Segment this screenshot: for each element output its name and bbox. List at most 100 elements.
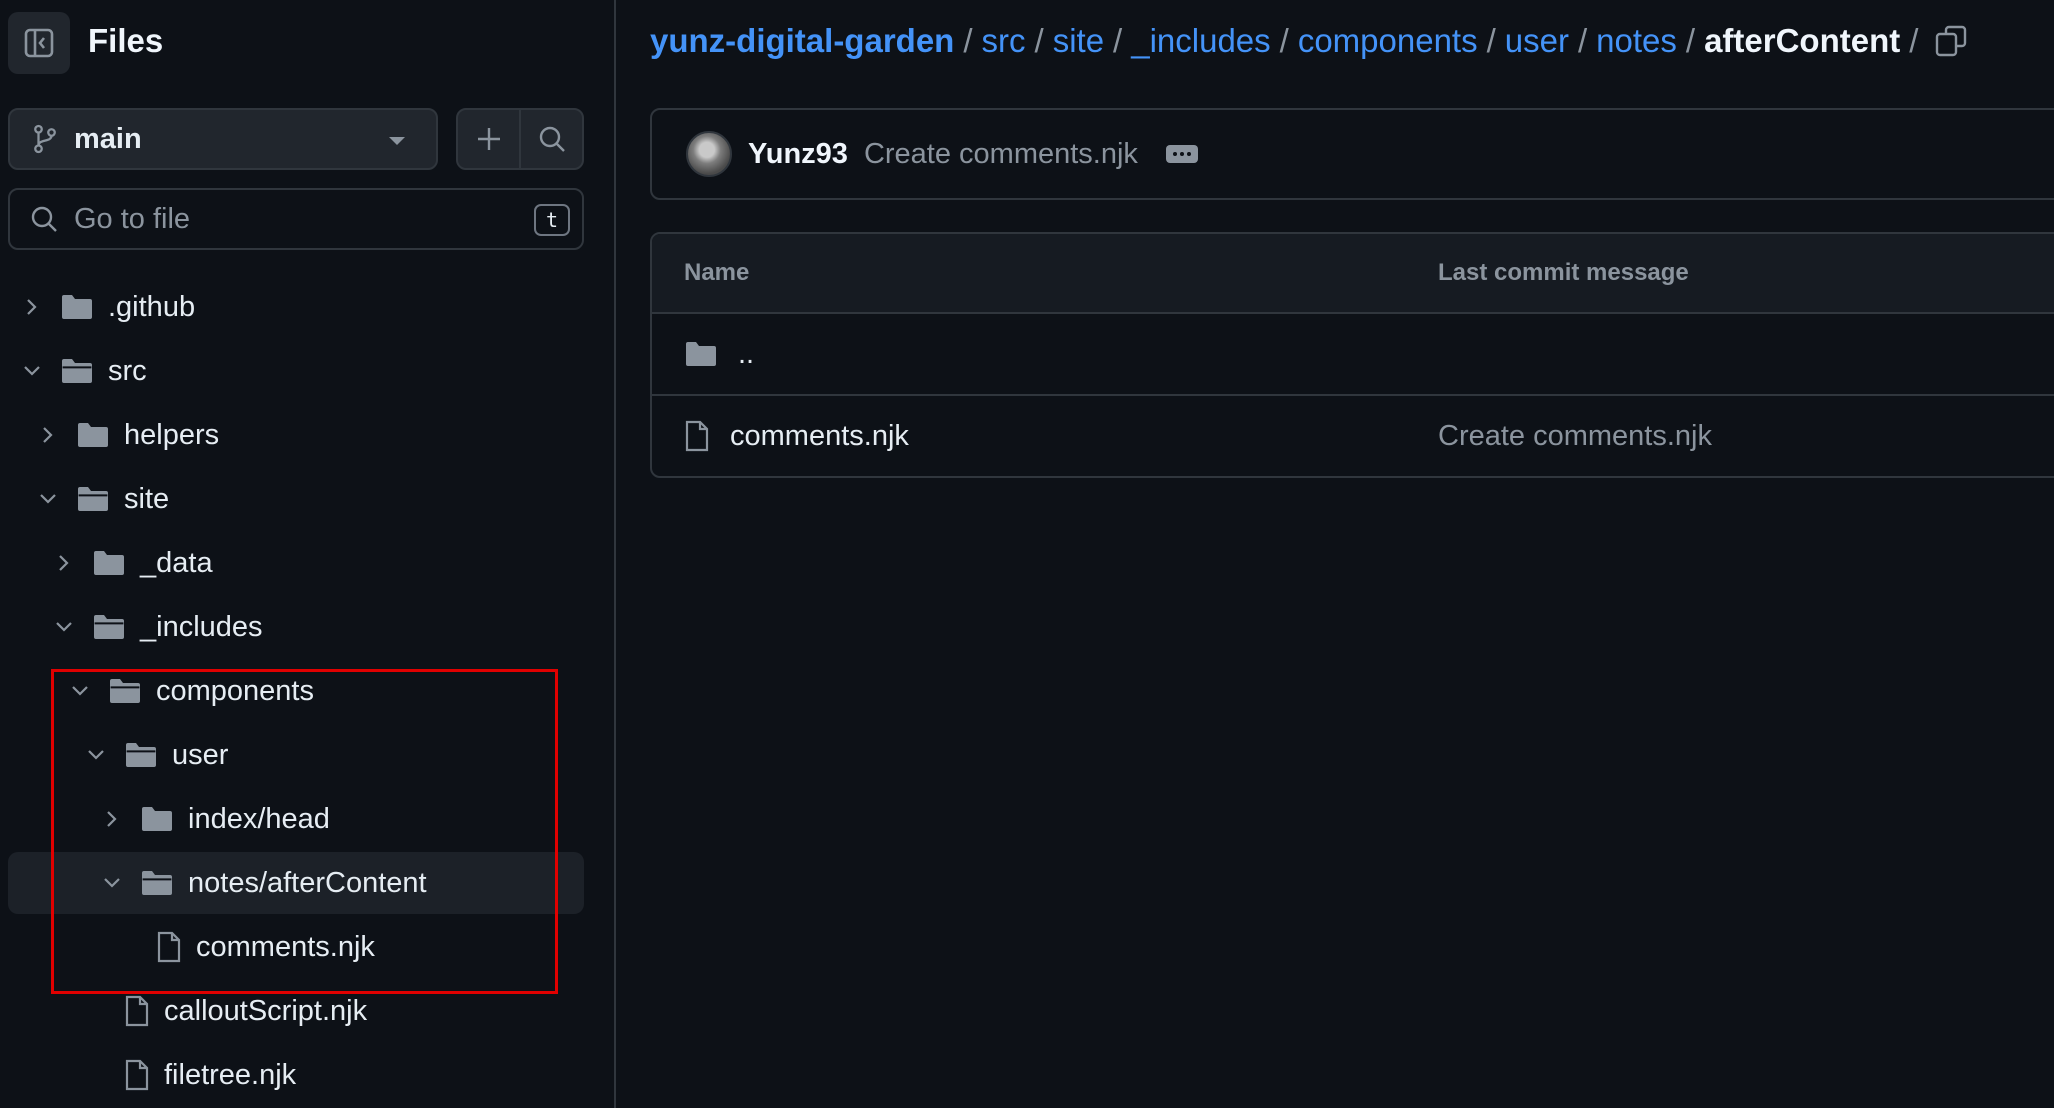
name-column-header: Name — [684, 259, 750, 286]
tree-item-label: components — [156, 674, 314, 707]
keyboard-shortcut-hint: t — [534, 204, 570, 236]
tree-item-label: notes/afterContent — [188, 866, 427, 899]
breadcrumb-link[interactable]: components — [1298, 22, 1478, 60]
file-icon — [156, 931, 182, 963]
add-file-button[interactable] — [458, 110, 519, 168]
tree-item-folder[interactable]: components — [8, 660, 584, 722]
breadcrumb: yunz-digital-garden / src / site / _includes /… — [650, 22, 1927, 60]
breadcrumb-link[interactable]: notes — [1596, 22, 1677, 60]
breadcrumb-separator: / — [1034, 22, 1044, 59]
breadcrumb-separator: / — [963, 22, 973, 59]
breadcrumb-link[interactable]: src — [982, 22, 1026, 60]
breadcrumb-link[interactable]: site — [1053, 22, 1104, 60]
folder-open-icon — [92, 613, 126, 641]
file-icon — [124, 1059, 150, 1091]
breadcrumb-trailing-separator: / — [1909, 22, 1919, 59]
chevron-down-icon[interactable] — [98, 869, 126, 897]
tree-item-label: index/head — [188, 802, 330, 835]
chevron-right-icon[interactable] — [50, 549, 78, 577]
breadcrumb-link[interactable]: _includes — [1131, 22, 1270, 60]
chevron-down-icon[interactable] — [82, 741, 110, 769]
search-files-button[interactable] — [519, 110, 582, 168]
tree-item-folder[interactable]: index/head — [8, 788, 584, 850]
plus-icon — [477, 128, 500, 150]
table-header: Name Last commit message — [652, 234, 2054, 314]
tree-item-label: filetree.njk — [164, 1058, 297, 1091]
chevron-down-icon[interactable] — [34, 485, 62, 513]
expand-commit-button[interactable] — [1165, 145, 1198, 163]
chevron-right-icon[interactable] — [18, 293, 46, 321]
chevron-down-icon[interactable] — [18, 357, 46, 385]
chevron-right-icon[interactable] — [34, 421, 62, 449]
tree-item-folder[interactable]: .github — [8, 276, 584, 338]
folder-open-icon — [108, 677, 142, 705]
tree-item-label: _data — [140, 546, 213, 579]
folder-icon — [92, 549, 126, 577]
breadcrumb-separator: / — [1685, 22, 1696, 59]
folder-open-icon — [124, 741, 158, 769]
tree-item-label: user — [172, 738, 229, 771]
search-icon — [539, 126, 565, 152]
file-icon — [124, 995, 150, 1027]
caret-down-icon — [389, 137, 405, 145]
commit-message-link[interactable]: Create comments.njk — [1438, 396, 1712, 476]
search-icon — [31, 206, 57, 232]
tree-item-folder[interactable]: _includes — [8, 596, 584, 658]
copy-path-button[interactable] — [1934, 24, 1968, 63]
file-tree-sidebar: Files main Go to file t .github src help… — [0, 0, 616, 1108]
latest-commit-bar: Yunz93 Create comments.njk — [650, 108, 2054, 200]
avatar[interactable] — [686, 131, 732, 177]
breadcrumb-repo-link[interactable]: yunz-digital-garden — [650, 22, 954, 60]
tree-item-folder[interactable]: site — [8, 468, 584, 530]
tree-item-label: comments.njk — [196, 930, 375, 963]
branch-name: main — [74, 122, 142, 155]
folder-open-icon — [76, 485, 110, 513]
tree-item-label: calloutScript.njk — [164, 994, 368, 1027]
git-branch-icon — [34, 124, 56, 154]
message-column-header: Last commit message — [1438, 259, 1689, 286]
file-table: Name Last commit message .. comments.njk C… — [650, 232, 2054, 478]
chevron-down-icon[interactable] — [66, 677, 94, 705]
tree-item-label: site — [124, 482, 170, 515]
breadcrumb-current: afterContent — [1704, 22, 1901, 59]
tree-item-label: src — [108, 354, 147, 387]
file-name-link[interactable]: comments.njk — [730, 420, 909, 453]
folder-icon — [684, 340, 718, 368]
go-to-file-placeholder: Go to file — [74, 202, 191, 235]
breadcrumb-separator: / — [1486, 22, 1496, 59]
tree-item-file[interactable]: filetree.njk — [8, 1044, 584, 1106]
folder-open-icon — [60, 357, 94, 385]
branch-selector[interactable]: main — [8, 108, 438, 170]
folder-icon — [140, 805, 174, 833]
chevron-right-icon[interactable] — [98, 805, 126, 833]
breadcrumb-link[interactable]: user — [1505, 22, 1569, 60]
file-icon — [684, 420, 710, 452]
breadcrumb-separator: / — [1577, 22, 1588, 59]
chevron-down-icon[interactable] — [50, 613, 78, 641]
folder-open-icon — [140, 869, 174, 897]
tree-item-folder[interactable]: src — [8, 340, 584, 402]
sidebar-title: Files — [88, 22, 164, 59]
tree-item-folder[interactable]: user — [8, 724, 584, 786]
commit-message[interactable]: Create comments.njk — [864, 138, 1138, 171]
tree-item-file[interactable]: calloutScript.njk — [8, 980, 584, 1042]
breadcrumb-separator: / — [1113, 22, 1123, 59]
folder-icon — [60, 293, 94, 321]
tree-item-folder[interactable]: _data — [8, 532, 584, 594]
file-name-link[interactable]: .. — [738, 338, 754, 371]
tree-item-label: .github — [108, 290, 196, 323]
tree-item-folder[interactable]: helpers — [8, 404, 584, 466]
commit-author[interactable]: Yunz93 — [748, 138, 848, 171]
tree-item-folder[interactable]: notes/afterContent — [8, 852, 584, 914]
collapse-sidebar-button[interactable] — [8, 12, 70, 74]
folder-icon — [76, 421, 110, 449]
sidebar-collapse-icon — [24, 28, 54, 58]
tree-item-label: helpers — [124, 418, 220, 451]
table-row[interactable]: comments.njk Create comments.njk — [652, 394, 2054, 476]
breadcrumb-separator: / — [1279, 22, 1289, 59]
table-row[interactable]: .. — [652, 314, 2054, 394]
go-to-file-input[interactable]: Go to file t — [8, 188, 584, 250]
tree-actions — [456, 108, 584, 170]
tree-item-file[interactable]: comments.njk — [8, 916, 584, 978]
copy-icon — [1935, 25, 1967, 57]
